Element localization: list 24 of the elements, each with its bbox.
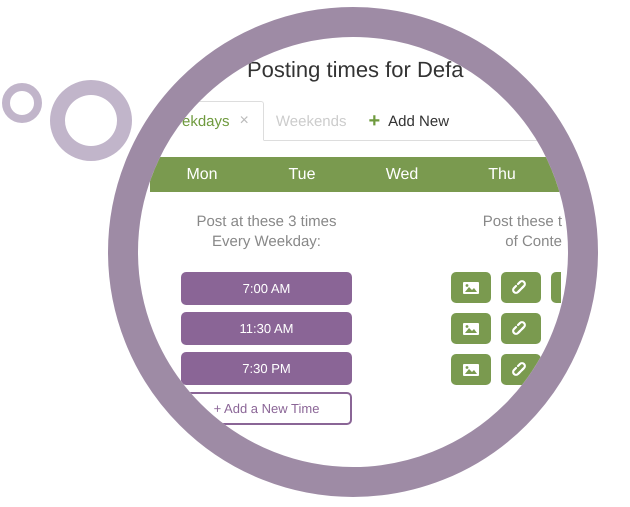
content-type-button[interactable] <box>451 354 491 385</box>
time-button[interactable]: 7:00 AM <box>181 272 352 305</box>
plus-icon: + <box>368 110 380 132</box>
tab-label: ekdays <box>182 112 230 130</box>
content-type-button[interactable] <box>451 272 491 303</box>
image-icon <box>462 362 480 378</box>
content-type-button[interactable] <box>451 313 491 344</box>
content-type-button[interactable] <box>501 272 541 303</box>
day-label: Wed <box>386 166 418 184</box>
time-button[interactable]: 11:30 AM <box>181 312 352 345</box>
content-type-button[interactable] <box>501 313 541 344</box>
add-new-button[interactable]: + Add New <box>368 102 450 140</box>
section-heading: Post these t of Conte <box>482 212 562 252</box>
section-heading: Post at these 3 times Every Weekday: <box>195 212 338 252</box>
day-label: Mon <box>186 166 218 184</box>
page-title: Posting times for Defa <box>247 58 464 82</box>
content-type-button[interactable] <box>551 272 561 303</box>
image-icon <box>462 320 480 336</box>
decorative-ring <box>2 83 42 123</box>
day-label: Tue <box>288 166 316 184</box>
image-icon <box>462 280 480 296</box>
day-label: Thu <box>488 166 516 184</box>
time-button[interactable]: 7:30 PM <box>181 352 352 385</box>
add-new-label: Add New <box>388 112 450 130</box>
